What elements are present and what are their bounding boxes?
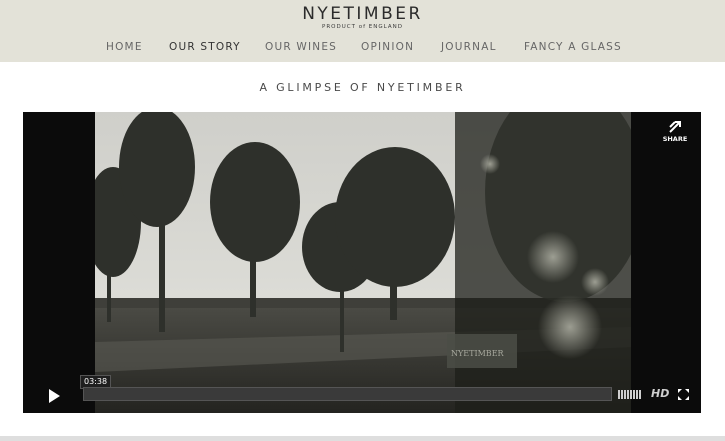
- video-frame: NYETIMBER: [95, 112, 631, 413]
- nav-item-fancy-a-glass[interactable]: FANCY A GLASS: [524, 41, 622, 53]
- brand-logo[interactable]: NYETIMBER: [0, 4, 725, 24]
- play-icon: [49, 389, 60, 403]
- nav-item-opinion[interactable]: OPINION: [361, 41, 414, 53]
- main-nav: HOME OUR STORY OUR WINES OPINION JOURNAL…: [0, 41, 725, 55]
- page-footer-edge: [0, 436, 725, 441]
- hd-toggle[interactable]: HD: [651, 387, 669, 400]
- share-label: SHARE: [662, 135, 688, 143]
- share-button[interactable]: SHARE: [657, 118, 693, 148]
- play-button[interactable]: [31, 382, 75, 410]
- nav-item-journal[interactable]: JOURNAL: [441, 41, 497, 53]
- video-player[interactable]: NYETIMBER SHARE 03:38 HD: [23, 112, 701, 413]
- brand-tagline: PRODUCT of ENGLAND: [322, 24, 403, 30]
- nav-item-home[interactable]: HOME: [106, 41, 143, 53]
- page-title: A GLIMPSE OF NYETIMBER: [259, 81, 466, 94]
- video-progress-bar[interactable]: [83, 387, 612, 401]
- site-header: NYETIMBER PRODUCT of ENGLAND HOME OUR ST…: [0, 0, 725, 62]
- volume-icon[interactable]: [618, 390, 644, 399]
- share-icon: [669, 121, 681, 133]
- nav-item-our-story[interactable]: OUR STORY: [169, 41, 241, 53]
- fullscreen-icon[interactable]: [678, 389, 689, 400]
- video-sign-text: NYETIMBER: [451, 349, 505, 358]
- nav-item-our-wines[interactable]: OUR WINES: [265, 41, 337, 53]
